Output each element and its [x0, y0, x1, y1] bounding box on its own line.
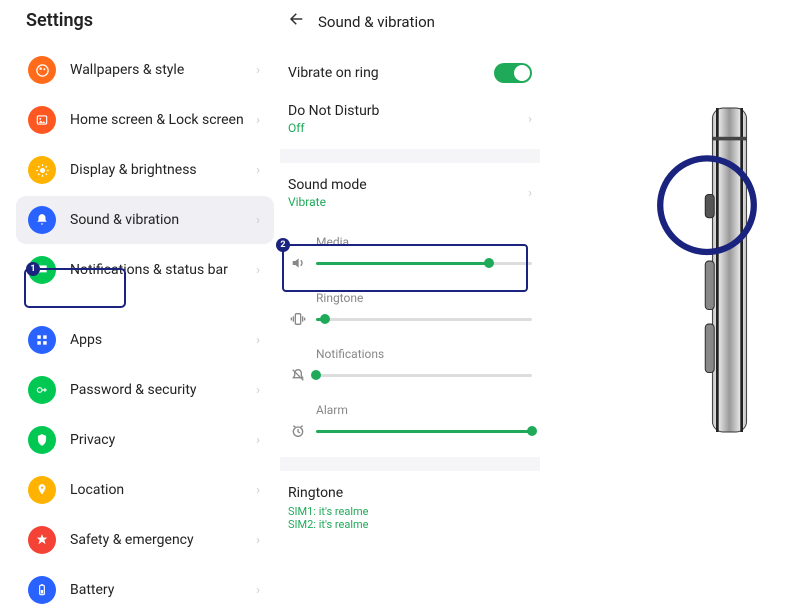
settings-title: Settings — [10, 0, 280, 45]
key-icon — [28, 376, 56, 404]
grid-icon — [28, 326, 56, 354]
alarm-slider-row — [280, 417, 540, 453]
settings-item-display[interactable]: Display & brightness › — [16, 146, 274, 194]
sound-title: Sound & vibration — [318, 13, 435, 31]
ringtone-slider-label: Ringtone — [280, 285, 540, 305]
settings-item-label: Notifications & status bar — [70, 262, 256, 278]
media-slider-label: Media — [280, 229, 540, 249]
chevron-right-icon: › — [256, 383, 260, 398]
vibrate-on-ring-label: Vibrate on ring — [288, 65, 494, 81]
media-slider-row — [280, 249, 540, 285]
sound-mode-status: Vibrate — [288, 195, 528, 209]
settings-item-label: Wallpapers & style — [70, 62, 256, 78]
settings-item-wallpapers[interactable]: Wallpapers & style › — [16, 46, 274, 94]
vibrate-icon — [288, 309, 308, 329]
settings-item-apps[interactable]: Apps › — [16, 316, 274, 364]
ringtone-sim2: SIM2: it's realme — [288, 518, 532, 531]
alarm-icon — [288, 421, 308, 441]
settings-item-label: Sound & vibration — [70, 212, 256, 228]
chevron-right-icon: › — [528, 186, 532, 201]
chevron-right-icon: › — [256, 213, 260, 228]
chevron-right-icon: › — [256, 333, 260, 348]
paint-icon — [28, 56, 56, 84]
chevron-right-icon: › — [256, 533, 260, 548]
settings-item-label: Privacy — [70, 432, 256, 448]
chevron-right-icon: › — [256, 63, 260, 78]
settings-item-homescreen[interactable]: Home screen & Lock screen › — [16, 96, 274, 144]
media-slider[interactable] — [316, 262, 532, 265]
chevron-right-icon: › — [528, 112, 532, 127]
dnd-status: Off — [288, 121, 528, 135]
image-icon — [28, 106, 56, 134]
settings-item-label: Safety & emergency — [70, 532, 256, 548]
notifications-slider[interactable] — [316, 374, 532, 377]
chevron-right-icon: › — [256, 433, 260, 448]
sound-mode-row[interactable]: Sound mode Vibrate › — [280, 167, 540, 219]
settings-item-password[interactable]: Password & security › — [16, 366, 274, 414]
chevron-right-icon: › — [256, 113, 260, 128]
settings-item-label: Home screen & Lock screen — [70, 112, 256, 128]
divider — [280, 457, 540, 471]
ringtone-section-title: Ringtone — [288, 485, 532, 505]
battery-icon — [28, 576, 56, 604]
settings-item-notifications[interactable]: Notifications & status bar › — [16, 246, 274, 294]
divider — [280, 149, 540, 163]
sun-icon — [28, 156, 56, 184]
settings-item-safety[interactable]: Safety & emergency › — [16, 516, 274, 564]
vibrate-on-ring-row[interactable]: Vibrate on ring — [280, 53, 540, 93]
ringtone-slider-row — [280, 305, 540, 341]
sound-mode-label: Sound mode — [288, 177, 528, 193]
settings-item-privacy[interactable]: Privacy › — [16, 416, 274, 464]
ringtone-slider[interactable] — [316, 318, 532, 321]
dnd-label: Do Not Disturb — [288, 103, 528, 119]
star-icon — [28, 526, 56, 554]
chevron-right-icon: › — [256, 263, 260, 278]
settings-item-label: Location — [70, 482, 256, 498]
alarm-slider-label: Alarm — [280, 397, 540, 417]
back-button[interactable] — [288, 10, 306, 33]
chevron-right-icon: › — [256, 163, 260, 178]
settings-item-label: Password & security — [70, 382, 256, 398]
chat-icon — [28, 256, 56, 284]
bell-off-icon — [288, 365, 308, 385]
bell-icon — [28, 206, 56, 234]
notifications-slider-label: Notifications — [280, 341, 540, 361]
ringtone-sim1: SIM1: it's realme — [288, 505, 532, 518]
notifications-slider-row — [280, 361, 540, 397]
settings-item-label: Display & brightness — [70, 162, 256, 178]
settings-panel: Settings Wallpapers & style › Home scree… — [10, 0, 280, 543]
pin-icon — [28, 476, 56, 504]
settings-item-battery[interactable]: Battery › — [16, 566, 274, 614]
settings-list: Wallpapers & style › Home screen & Lock … — [10, 45, 280, 615]
settings-item-label: Battery — [70, 582, 256, 598]
alarm-slider[interactable] — [316, 430, 532, 433]
ringtone-row[interactable]: Ringtone SIM1: it's realme SIM2: it's re… — [280, 475, 540, 535]
settings-item-location[interactable]: Location › — [16, 466, 274, 514]
sound-panel: Sound & vibration Vibrate on ring Do Not… — [280, 0, 540, 543]
sound-header: Sound & vibration — [280, 0, 540, 53]
vibrate-on-ring-toggle[interactable] — [494, 63, 532, 83]
settings-item-label: Apps — [70, 332, 256, 348]
chevron-right-icon: › — [256, 483, 260, 498]
shield-icon — [28, 426, 56, 454]
settings-item-sound[interactable]: Sound & vibration › — [16, 196, 274, 244]
volume-icon — [288, 253, 308, 273]
chevron-right-icon: › — [256, 583, 260, 598]
dnd-row[interactable]: Do Not Disturb Off › — [280, 93, 540, 145]
phone-hardware-image — [580, 80, 780, 460]
